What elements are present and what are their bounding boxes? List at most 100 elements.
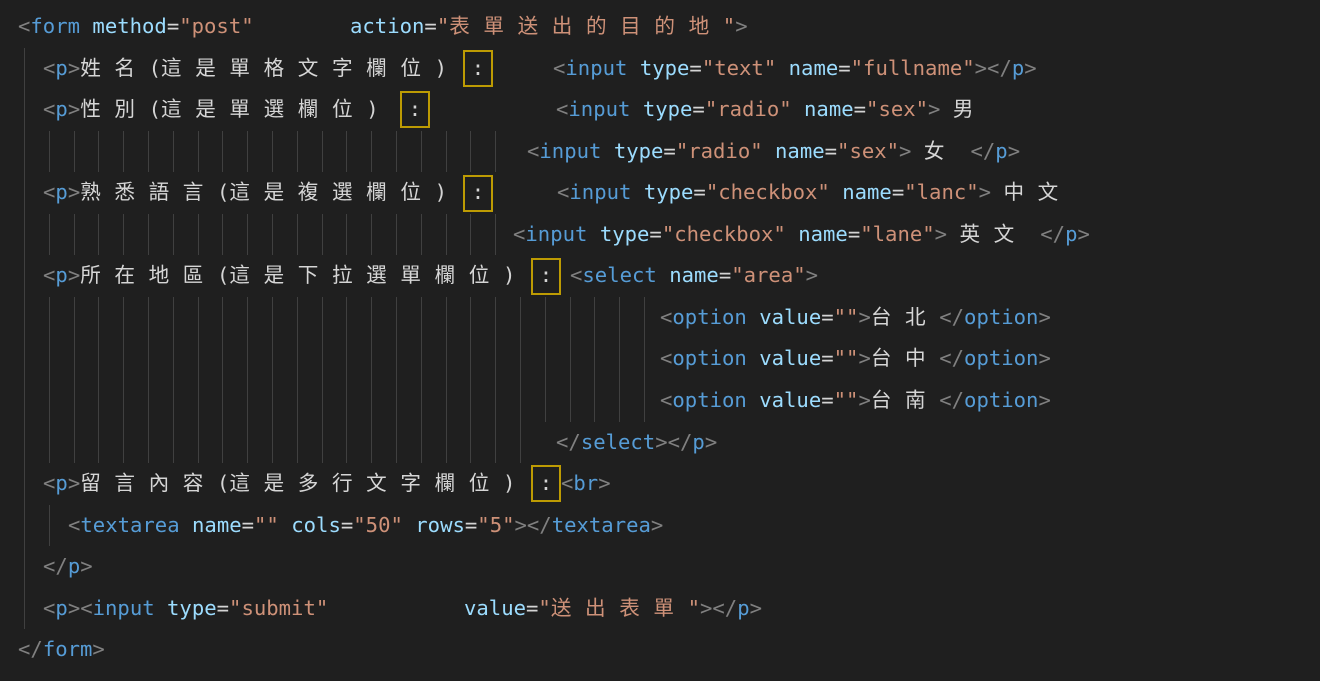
unicode-highlight-box: : xyxy=(463,50,493,87)
indent-guide xyxy=(297,380,298,422)
text-content-cjk: 姓名 xyxy=(80,48,148,90)
tag-name: input xyxy=(525,214,587,256)
indent-guide xyxy=(396,297,397,339)
indent-guide xyxy=(545,380,546,422)
indent-guide xyxy=(24,588,25,630)
code-text: ) xyxy=(503,255,515,297)
punctuation: ></ xyxy=(515,505,552,547)
code-text: ) xyxy=(366,89,378,131)
attribute-name: type xyxy=(640,48,690,90)
indent-guide xyxy=(222,214,223,256)
attribute-name: name xyxy=(798,214,848,256)
code-text: = xyxy=(892,172,904,214)
text-content-cjk: 這是單選欄位 xyxy=(161,89,366,131)
indent-guide xyxy=(421,380,422,422)
punctuation: </ xyxy=(43,546,68,588)
attribute-name: type xyxy=(643,89,693,131)
code-text: ( xyxy=(149,48,161,90)
code-text xyxy=(403,505,415,547)
code-text xyxy=(630,89,642,131)
indent-guide xyxy=(98,380,99,422)
indent-guide xyxy=(470,131,471,173)
indent-guide xyxy=(322,214,323,256)
indent-guide xyxy=(198,422,199,464)
code-text xyxy=(747,380,759,422)
code-text: ) xyxy=(435,172,447,214)
code-text xyxy=(747,297,759,339)
punctuation: > xyxy=(1008,131,1020,173)
indent-guide xyxy=(346,214,347,256)
code-text: = xyxy=(217,588,229,630)
indent-guide xyxy=(470,380,471,422)
code-line-7: <p>所在地區(這是下拉選單欄位):<select name="area"> xyxy=(0,255,1320,297)
code-chunk: <p>熟悉語言(這是複選欄位) xyxy=(43,172,447,214)
tag-name: option xyxy=(964,297,1038,339)
code-text: = xyxy=(719,255,731,297)
code-line-11: </select></p> xyxy=(0,422,1320,464)
indent-guide xyxy=(222,380,223,422)
punctuation: < xyxy=(513,214,525,256)
punctuation: >< xyxy=(68,588,93,630)
code-chunk: <p>所在地區(這是下拉選單欄位) xyxy=(43,255,515,297)
indent-guide xyxy=(173,214,174,256)
indent-guide xyxy=(24,255,25,297)
indent-guide xyxy=(619,338,620,380)
indent-guide xyxy=(297,214,298,256)
indent-guide xyxy=(24,297,25,339)
code-text: = xyxy=(465,505,477,547)
code-chunk: <form method="post" xyxy=(18,6,254,48)
code-text xyxy=(80,6,92,48)
text-content-cjk: 男 xyxy=(953,89,987,131)
indent-guide xyxy=(74,297,75,339)
code-line-5: <p>熟悉語言(這是複選欄位):<input type="checkbox" n… xyxy=(0,172,1320,214)
attribute-name: value xyxy=(759,297,821,339)
punctuation: > xyxy=(68,48,80,90)
indent-guide xyxy=(470,338,471,380)
indent-guide xyxy=(371,297,372,339)
indent-guide xyxy=(49,131,50,173)
indent-guide xyxy=(49,505,50,547)
code-text xyxy=(601,131,613,173)
tag-name: option xyxy=(964,338,1038,380)
punctuation: < xyxy=(68,505,80,547)
punctuation: > xyxy=(705,422,717,464)
code-text xyxy=(657,255,669,297)
code-line-2: <p>姓名(這是單格文字欄位):<input type="text" name=… xyxy=(0,48,1320,90)
attribute-name: rows xyxy=(415,505,465,547)
code-chunk: <p>留言內容(這是多行文字欄位) xyxy=(43,463,515,505)
text-content-cjk: 中文 xyxy=(1003,172,1071,214)
attribute-name: name xyxy=(192,505,242,547)
indent-guide xyxy=(24,380,25,422)
punctuation: </ xyxy=(556,422,581,464)
indent-guide xyxy=(247,297,248,339)
punctuation: </ xyxy=(939,380,964,422)
punctuation: > xyxy=(750,588,762,630)
attribute-value: "submit" xyxy=(229,588,328,630)
indent-guide xyxy=(148,338,149,380)
punctuation: > xyxy=(598,463,610,505)
code-line-14: </p> xyxy=(0,546,1320,588)
punctuation: > xyxy=(68,89,80,131)
indent-guide xyxy=(446,214,447,256)
code-text: = xyxy=(242,505,254,547)
indent-guide xyxy=(421,131,422,173)
indent-guide xyxy=(173,422,174,464)
attribute-value: "lane" xyxy=(860,214,934,256)
punctuation: > xyxy=(935,214,947,256)
attribute-value: " xyxy=(437,6,449,48)
punctuation: > xyxy=(1024,48,1036,90)
punctuation: < xyxy=(556,89,568,131)
indent-guide xyxy=(297,338,298,380)
tag-name: p xyxy=(55,48,67,90)
code-text: = xyxy=(167,6,179,48)
code-editor[interactable]: <form method="post"action="表單送出的目的地"><p>… xyxy=(0,0,1320,681)
attribute-name: type xyxy=(644,172,694,214)
indent-guide xyxy=(545,297,546,339)
indent-guide xyxy=(346,338,347,380)
punctuation: > xyxy=(80,546,92,588)
indent-guide xyxy=(222,338,223,380)
punctuation: < xyxy=(43,48,55,90)
code-text xyxy=(587,214,599,256)
attribute-value-cjk: 送出表單 xyxy=(551,588,688,630)
punctuation: > xyxy=(68,463,80,505)
